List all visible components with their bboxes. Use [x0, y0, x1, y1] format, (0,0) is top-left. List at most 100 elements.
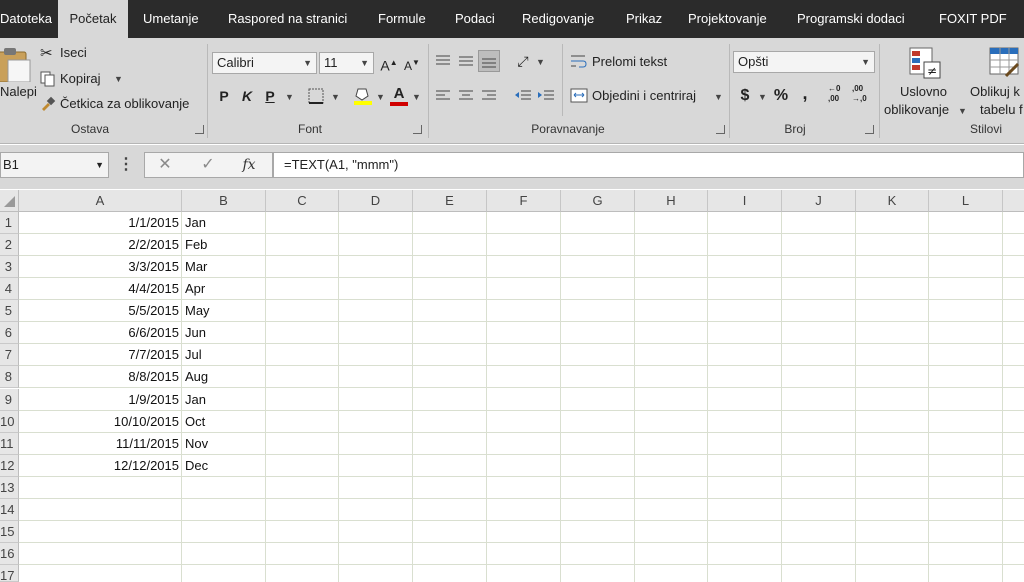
cell-b2[interactable]: Feb: [185, 234, 263, 256]
row-header[interactable]: 13: [0, 477, 19, 499]
row-header[interactable]: 8: [0, 366, 19, 388]
tab-data[interactable]: Podaci: [455, 0, 495, 38]
grow-font-button[interactable]: A▲: [378, 52, 400, 74]
font-color-button[interactable]: A: [388, 83, 410, 106]
tab-page-layout[interactable]: Raspored na stranici: [228, 0, 347, 38]
align-left-button[interactable]: [432, 85, 454, 107]
wrap-text-button[interactable]: Prelomi tekst: [570, 52, 680, 74]
cell-b9[interactable]: Jan: [185, 389, 263, 411]
tab-add-ins[interactable]: Programski dodaci: [797, 0, 905, 38]
align-middle-button[interactable]: [455, 50, 477, 72]
merge-center-button[interactable]: Objedini i centriraj ▼: [570, 86, 728, 108]
row-header[interactable]: 2: [0, 234, 19, 256]
row-header[interactable]: 15: [0, 521, 19, 543]
cell-a6[interactable]: 6/6/2015: [19, 322, 181, 344]
font-name-select[interactable]: Calibri ▼: [212, 52, 317, 74]
comma-style-button[interactable]: ,: [794, 82, 816, 104]
tab-home[interactable]: Početak: [58, 0, 128, 38]
formula-bar-options-icon[interactable]: ⋮: [118, 152, 134, 178]
row-header[interactable]: 14: [0, 499, 19, 521]
currency-button[interactable]: $: [734, 85, 756, 107]
paste-button[interactable]: Nalepi: [0, 44, 37, 114]
cancel-button[interactable]: ✕: [152, 152, 178, 178]
cell-a4[interactable]: 4/4/2015: [19, 278, 181, 300]
tab-formulas[interactable]: Formule: [378, 0, 426, 38]
underline-button[interactable]: P: [259, 85, 281, 107]
cell-a12[interactable]: 12/12/2015: [19, 455, 181, 477]
align-bottom-button[interactable]: [478, 50, 500, 72]
row-header[interactable]: 12: [0, 455, 19, 477]
increase-indent-button[interactable]: [535, 85, 557, 107]
row-header[interactable]: 5: [0, 300, 19, 322]
italic-button[interactable]: K: [236, 85, 258, 107]
row-header[interactable]: 4: [0, 278, 19, 300]
decrease-indent-button[interactable]: [512, 85, 534, 107]
cell-a10[interactable]: 10/10/2015: [19, 411, 181, 433]
cell-b5[interactable]: May: [185, 300, 263, 322]
tab-foxit-pdf[interactable]: FOXIT PDF: [939, 0, 1007, 38]
tab-file[interactable]: Datoteka: [0, 0, 56, 38]
tab-review[interactable]: Redigovanje: [522, 0, 594, 38]
font-size-select[interactable]: 11 ▼: [319, 52, 374, 74]
decrease-decimal-button[interactable]: ,00 →,0: [852, 84, 876, 108]
column-header-f[interactable]: F: [487, 190, 561, 212]
column-header-e[interactable]: E: [413, 190, 487, 212]
cell-b7[interactable]: Jul: [185, 344, 263, 366]
cell-a3[interactable]: 3/3/2015: [19, 256, 181, 278]
row-header[interactable]: 3: [0, 256, 19, 278]
column-header-b[interactable]: B: [182, 190, 266, 212]
borders-button[interactable]: [305, 85, 327, 107]
cell-a9[interactable]: 1/9/2015: [19, 389, 181, 411]
column-header-h[interactable]: H: [635, 190, 708, 212]
orientation-button[interactable]: ⤢: [512, 50, 534, 72]
row-header[interactable]: 10: [0, 411, 19, 433]
alignment-dialog-launcher[interactable]: [716, 125, 725, 134]
cell-b12[interactable]: Dec: [185, 455, 263, 477]
conditional-formatting-button[interactable]: ≠ Uslovno oblikovanje ▼: [884, 44, 968, 118]
column-header-partial[interactable]: [1003, 190, 1024, 212]
cell-a7[interactable]: 7/7/2015: [19, 344, 181, 366]
row-header[interactable]: 7: [0, 344, 19, 366]
cut-button[interactable]: ✂ Iseci: [40, 44, 160, 64]
number-dialog-launcher[interactable]: [865, 125, 874, 134]
insert-function-button[interactable]: fx: [236, 152, 262, 178]
cell-a8[interactable]: 8/8/2015: [19, 366, 181, 388]
cell-b8[interactable]: Aug: [185, 366, 263, 388]
cell-a2[interactable]: 2/2/2015: [19, 234, 181, 256]
column-header-k[interactable]: K: [856, 190, 929, 212]
row-header[interactable]: 17: [0, 565, 19, 582]
column-header-g[interactable]: G: [561, 190, 635, 212]
column-header-d[interactable]: D: [339, 190, 413, 212]
row-header[interactable]: 16: [0, 543, 19, 565]
cell-b3[interactable]: Mar: [185, 256, 263, 278]
percent-button[interactable]: %: [770, 85, 792, 107]
align-right-button[interactable]: [478, 85, 500, 107]
cell-b11[interactable]: Nov: [185, 433, 263, 455]
copy-button[interactable]: Kopiraj ▼: [40, 70, 160, 90]
row-header[interactable]: 6: [0, 322, 19, 344]
align-top-button[interactable]: [432, 50, 454, 72]
row-header[interactable]: 1: [0, 212, 19, 234]
column-header-l[interactable]: L: [929, 190, 1003, 212]
column-header-a[interactable]: A: [19, 190, 182, 212]
column-header-i[interactable]: I: [708, 190, 782, 212]
cell-b1[interactable]: Jan: [185, 212, 263, 234]
cell-a11[interactable]: 11/11/2015: [19, 433, 181, 455]
tab-insert[interactable]: Umetanje: [143, 0, 199, 38]
cell-b10[interactable]: Oct: [185, 411, 263, 433]
clipboard-dialog-launcher[interactable]: [195, 125, 204, 134]
bold-button[interactable]: P: [213, 85, 235, 107]
column-header-j[interactable]: J: [782, 190, 856, 212]
cell-b4[interactable]: Apr: [185, 278, 263, 300]
select-all-button[interactable]: [0, 190, 19, 212]
name-box[interactable]: B1 ▼: [0, 152, 109, 178]
formula-input[interactable]: =TEXT(A1, "mmm"): [273, 152, 1024, 178]
cell-a1[interactable]: 1/1/2015: [19, 212, 181, 234]
row-header[interactable]: 11: [0, 433, 19, 455]
fill-color-button[interactable]: [352, 85, 374, 107]
format-as-table-button[interactable]: Oblikuj k tabelu f: [968, 44, 1024, 118]
align-center-button[interactable]: [455, 85, 477, 107]
shrink-font-button[interactable]: A▼: [401, 52, 423, 74]
enter-button[interactable]: ✓: [195, 152, 221, 178]
format-painter-button[interactable]: Četkica za oblikovanje: [40, 95, 202, 115]
